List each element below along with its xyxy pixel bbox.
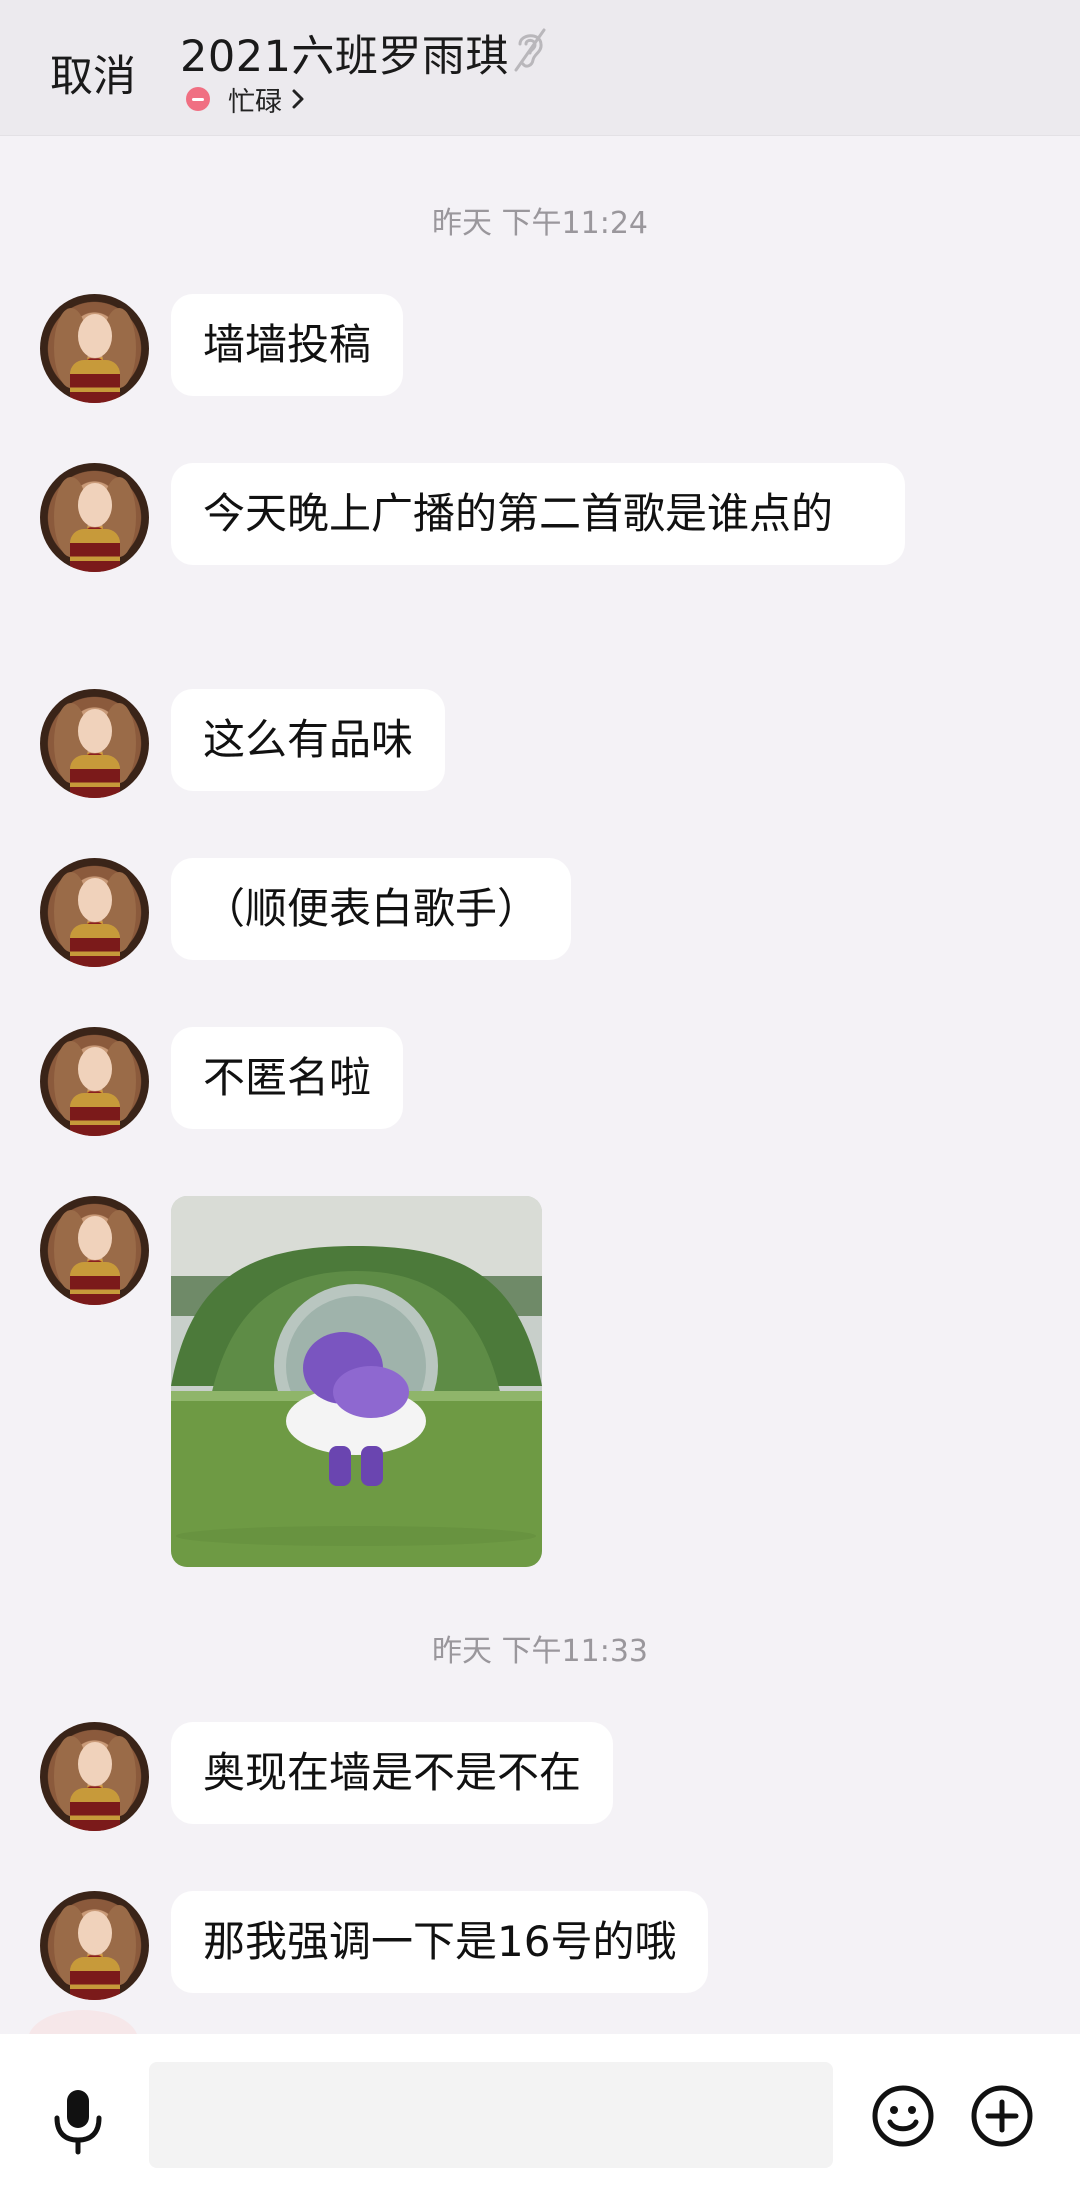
chat-screen: 取消 2021六班罗雨琪 忙碌 昨天 下午11:24 墙墙投稿 今天晚上广播的第… [0,0,1080,2199]
avatar[interactable] [40,463,149,572]
avatar[interactable] [40,1027,149,1136]
message-input[interactable] [149,2062,833,2168]
chat-header: 取消 2021六班罗雨琪 忙碌 [0,0,1080,136]
message-bubble[interactable]: 今天晚上广播的第二首歌是谁点的 [171,463,905,565]
gif-image [171,1196,542,1567]
plus-circle-icon[interactable] [970,2084,1034,2148]
chevron-right-icon [292,89,304,109]
message-bubble[interactable]: 奥现在墙是不是不在 [171,1722,614,1824]
busy-status-icon [186,87,210,111]
message-bubble[interactable]: 这么有品味 [171,689,446,791]
avatar[interactable] [40,1891,149,2000]
avatar[interactable] [40,858,149,967]
ear-icon[interactable] [510,26,550,74]
timestamp: 昨天 下午11:24 [432,206,648,241]
message-bubble[interactable]: 不匿名啦 [171,1027,404,1129]
status-text: 忙碌 [228,86,282,118]
message-bubble[interactable]: 那我强调一下是16号的哦 [171,1891,709,1993]
avatar[interactable] [40,294,149,403]
smiley-icon[interactable] [871,2084,935,2148]
message-bubble[interactable]: 墙墙投稿 [171,294,404,396]
avatar[interactable] [40,1196,149,1305]
chat-title[interactable]: 2021六班罗雨琪 [180,22,509,84]
message-bubble[interactable]: （顺便表白歌手） [171,858,572,960]
status-row[interactable]: 忙碌 [186,82,306,118]
avatar[interactable] [40,689,149,798]
microphone-icon[interactable] [48,2086,108,2156]
cancel-button[interactable]: 取消 [50,42,136,104]
timestamp: 昨天 下午11:33 [432,1634,648,1669]
avatar[interactable] [40,1722,149,1831]
image-message[interactable] [171,1196,542,1567]
